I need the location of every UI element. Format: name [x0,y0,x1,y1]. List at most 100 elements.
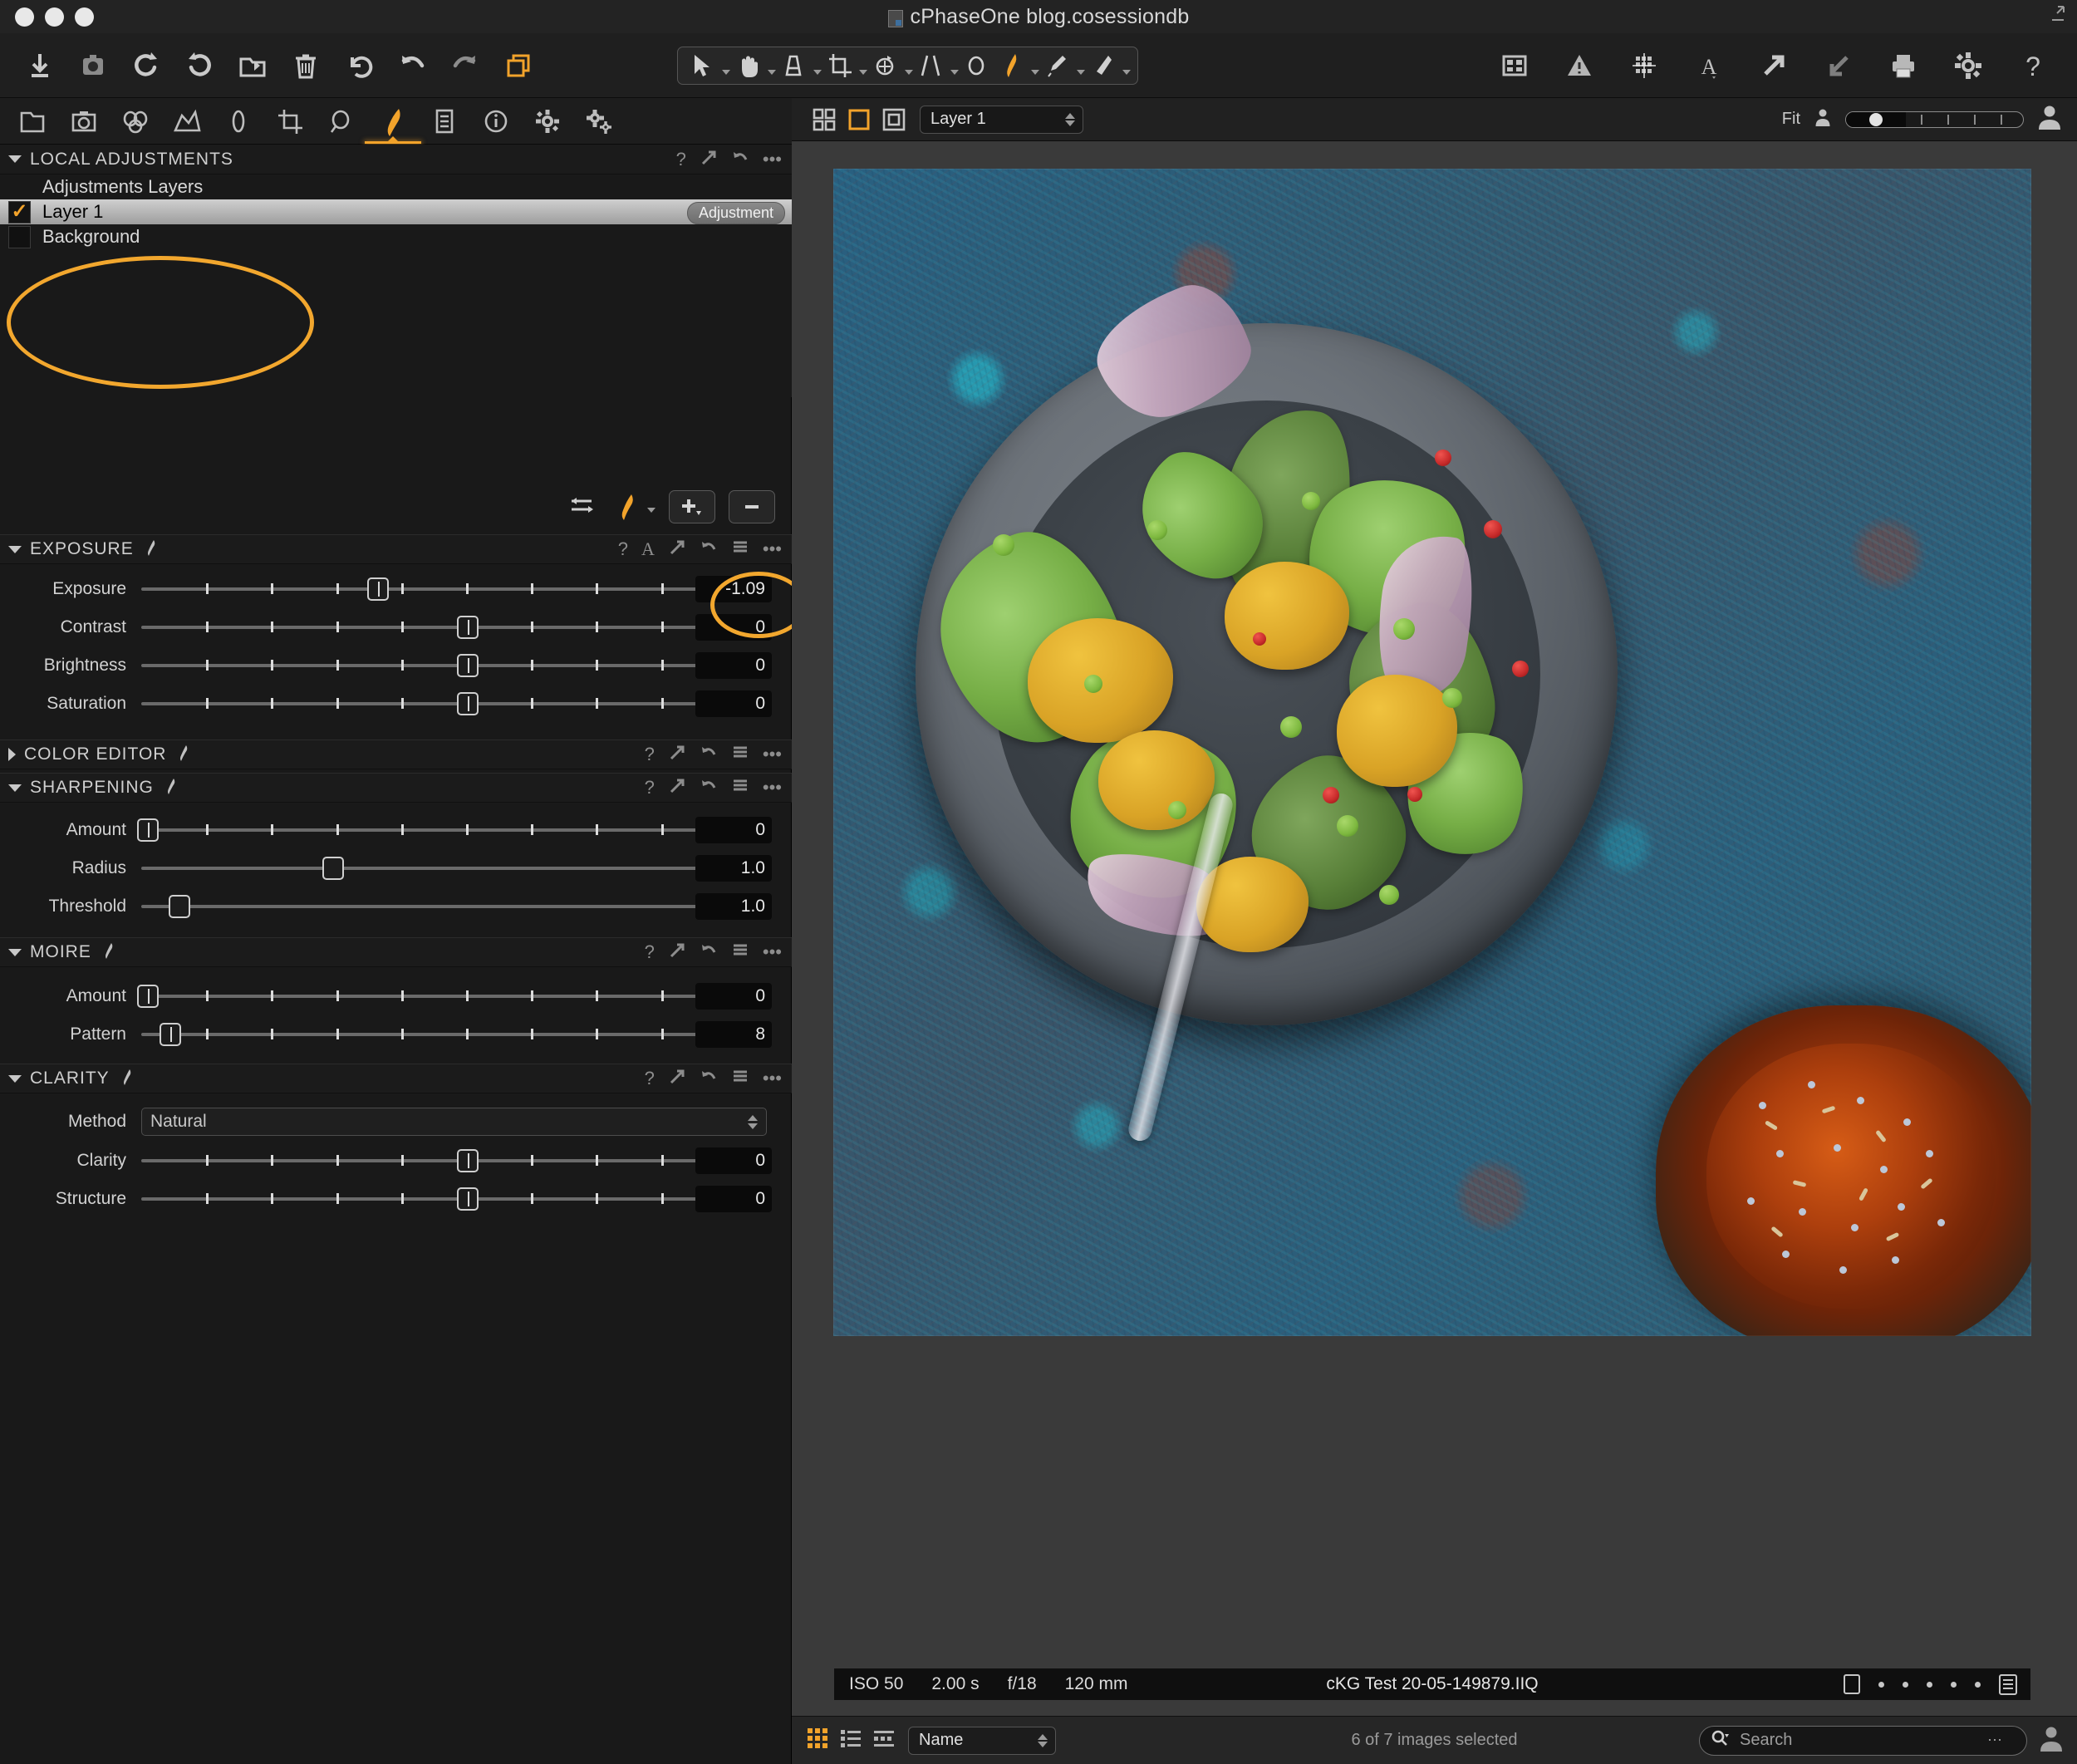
arrow-in-icon[interactable] [1819,47,1858,85]
presets-icon[interactable] [731,1069,749,1088]
slider-row-clarity[interactable]: Clarity 0 [0,1142,792,1180]
menu-dots-icon[interactable]: ••• [763,745,782,764]
proof-view-icon[interactable] [876,104,911,135]
chevron-down-icon[interactable] [859,70,867,75]
sidebar-item-capture[interactable] [60,100,108,143]
rotate-ccw-icon[interactable] [127,47,165,85]
clarity-method-select[interactable]: Natural [141,1108,767,1136]
sidebar-item-output[interactable] [472,100,520,143]
help-icon[interactable]: ? [645,943,655,961]
clarity-value[interactable]: 0 [695,1147,772,1174]
remove-layer-button[interactable] [729,490,775,523]
layer-visibility-checkbox[interactable]: ✓ [8,200,31,224]
auto-a-icon[interactable]: A [641,540,655,558]
printer-icon[interactable] [1884,47,1922,85]
reset-icon[interactable] [700,777,718,798]
preview-image[interactable] [833,169,2031,1336]
chevron-down-icon[interactable] [950,70,959,75]
menu-dots-icon[interactable]: ••• [763,779,782,797]
chevron-down-icon[interactable] [1031,70,1039,75]
clarity-method-row[interactable]: Method Natural [0,1102,792,1142]
menu-dots-icon[interactable]: ••• [763,150,782,169]
folder-move-icon[interactable] [233,47,272,85]
expand-triangle-icon[interactable] [8,748,16,761]
brightness-value[interactable]: 0 [695,652,772,679]
slider-row-sharpening-radius[interactable]: Radius 1.0 [0,849,792,887]
slider-row-moire-pattern[interactable]: Pattern 8 [0,1015,792,1054]
local-adjustments-header[interactable]: LOCAL ADJUSTMENTS ? ••• [0,145,792,174]
slider-track-area[interactable]: 0 [141,685,782,723]
presets-icon[interactable] [731,779,749,797]
sidebar-item-library[interactable] [8,100,56,143]
slider-row-sharpening-threshold[interactable]: Threshold 1.0 [0,887,792,926]
rotate-cw-icon[interactable] [180,47,219,85]
gear-icon[interactable] [1949,47,1987,85]
moire-panel-header[interactable]: MOIRE ? ••• [0,937,792,967]
brush-icon[interactable] [100,941,116,964]
slider-handle[interactable] [169,895,191,918]
help-icon[interactable]: ? [645,745,655,764]
slider-row-saturation[interactable]: Saturation 0 [0,685,792,723]
menu-dots-icon[interactable]: ••• [763,943,782,961]
presets-icon[interactable] [731,540,749,558]
menu-dots-icon[interactable]: ••• [763,1069,782,1088]
slider-track[interactable] [141,905,732,908]
contrast-value[interactable]: 0 [695,614,772,641]
chevron-down-icon[interactable] [813,70,822,75]
stepper-arrows-icon[interactable] [1065,112,1075,126]
slider-handle[interactable] [136,985,159,1008]
slider-track-area[interactable]: 0 [141,608,782,646]
saturation-value[interactable]: 0 [695,690,772,717]
sidebar-item-details[interactable] [317,100,366,143]
collapse-triangle-icon[interactable] [8,1074,22,1083]
chevron-down-icon[interactable] [768,70,776,75]
slider-row-exposure[interactable]: Exposure -1.09 [0,570,792,608]
slider-row-structure[interactable]: Structure 0 [0,1180,792,1218]
crop-icon[interactable] [822,47,857,85]
help-icon[interactable]: ? [676,150,686,169]
gradient-icon[interactable] [776,47,811,85]
slider-track-area[interactable]: 0 [136,977,782,1015]
chevron-down-icon[interactable] [647,508,656,513]
slider-track-area[interactable]: 0 [141,1142,782,1180]
grid-view-icon[interactable] [1495,47,1534,85]
slider-track-area[interactable]: 0 [141,646,782,685]
color-editor-panel-header[interactable]: COLOR EDITOR ? ••• [0,740,792,769]
fit-label[interactable]: Fit [1782,110,1800,129]
collapse-triangle-icon[interactable] [8,545,22,553]
slider-track-area[interactable]: 0 [136,811,782,849]
question-mark-icon[interactable]: ? [2014,47,2052,85]
exposure-panel-header[interactable]: EXPOSURE ? A ••• [0,534,792,564]
search-options-icon[interactable]: ⋯ [1987,1732,2003,1749]
slider-track-area[interactable]: 1.0 [141,849,782,887]
sharpening-threshold-value[interactable]: 1.0 [695,893,772,920]
zoom-slider[interactable] [1845,111,2024,128]
sharpening-amount-value[interactable]: 0 [695,817,772,843]
reset-icon[interactable] [700,744,718,765]
sidebar-item-adjustments[interactable] [523,100,572,143]
slider-handle[interactable] [136,818,159,842]
sidebar-item-metadata[interactable] [420,100,469,143]
chevron-down-icon[interactable] [722,70,730,75]
hand-icon[interactable] [730,47,765,85]
search-icon[interactable] [1710,1728,1730,1752]
sharpening-panel-header[interactable]: SHARPENING ? ••• [0,773,792,803]
download-icon[interactable] [21,47,59,85]
layer-visibility-checkbox[interactable] [8,225,31,248]
menu-dots-icon[interactable]: ••• [763,540,782,558]
image-canvas[interactable]: ISO 50 2.00 s f/18 120 mm cKG Test 20-05… [792,141,2077,1716]
warning-triangle-icon[interactable] [1560,47,1598,85]
brush-icon[interactable] [118,1068,135,1090]
single-view-icon[interactable] [842,104,876,135]
collapse-triangle-icon[interactable] [8,784,22,792]
sidebar-item-composition[interactable] [266,100,314,143]
list-item[interactable]: ✓ Layer 1 Adjustment [0,199,792,224]
resize-handle-icon[interactable] [2047,3,2069,25]
eraser-icon[interactable] [1085,47,1120,85]
slider-handle[interactable] [457,654,479,677]
sidebar-item-color[interactable] [163,100,211,143]
brush-icon[interactable] [142,538,159,561]
sidebar-item-local-adjustments[interactable] [365,100,421,144]
undo-icon[interactable] [393,47,431,85]
slider-row-sharpening-amount[interactable]: Amount 0 [0,811,792,849]
